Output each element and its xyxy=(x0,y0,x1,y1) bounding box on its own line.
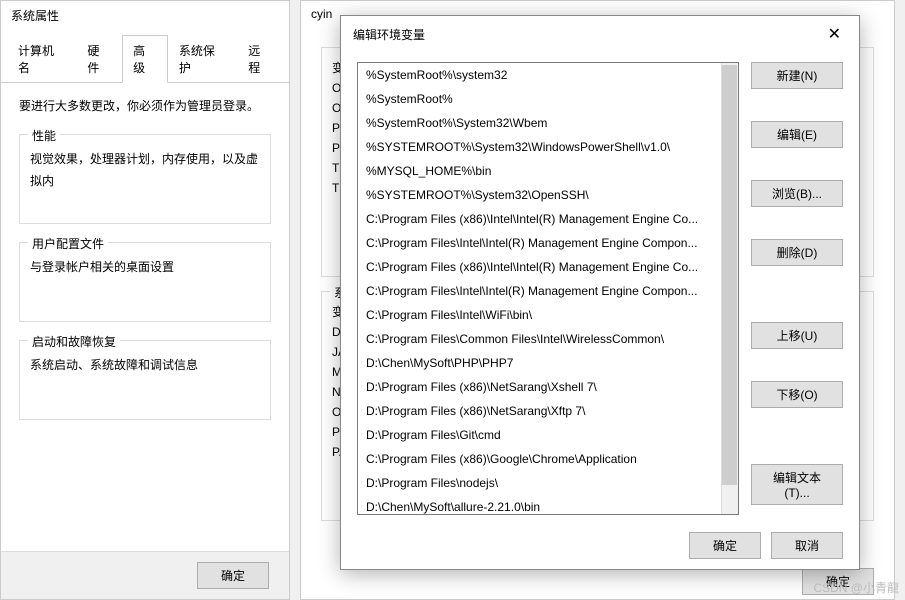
browse-button[interactable]: 浏览(B)... xyxy=(751,180,843,207)
tab-advanced[interactable]: 高级 xyxy=(122,35,168,83)
dialog-title: 系统属性 xyxy=(1,1,289,30)
button-column: 新建(N) 编辑(E) 浏览(B)... 删除(D) 上移(U) 下移(O) 编… xyxy=(751,62,843,515)
scrollbar-thumb[interactable] xyxy=(722,65,737,485)
ok-button[interactable]: 确定 xyxy=(689,532,761,559)
list-item[interactable]: D:\Chen\MySoft\allure-2.21.0\bin xyxy=(358,495,738,514)
edit-env-var-dialog: 编辑环境变量 ✕ %SystemRoot%\system32%SystemRoo… xyxy=(340,15,860,570)
dialog-footer: 确定 xyxy=(1,551,289,599)
list-item[interactable]: D:\Chen\MySoft\PHP\PHP7 xyxy=(358,351,738,375)
list-item[interactable]: C:\Program Files\Common Files\Intel\Wire… xyxy=(358,327,738,351)
startup-recovery-desc: 系统启动、系统故障和调试信息 xyxy=(30,355,260,377)
titlebar: 编辑环境变量 ✕ xyxy=(341,16,859,52)
user-profile-group: 用户配置文件 与登录帐户相关的桌面设置 xyxy=(19,242,271,322)
edit-button[interactable]: 编辑(E) xyxy=(751,121,843,148)
list-item[interactable]: D:\Program Files\nodejs\ xyxy=(358,471,738,495)
list-item[interactable]: D:\Program Files\Git\cmd xyxy=(358,423,738,447)
edit-text-button[interactable]: 编辑文本(T)... xyxy=(751,464,843,505)
list-item[interactable]: C:\Program Files\Intel\Intel(R) Manageme… xyxy=(358,231,738,255)
list-item[interactable]: D:\Program Files (x86)\NetSarang\Xshell … xyxy=(358,375,738,399)
performance-group: 性能 视觉效果，处理器计划，内存使用，以及虚拟内 xyxy=(19,134,271,224)
dialog-title: 编辑环境变量 xyxy=(353,26,425,43)
list-item[interactable]: D:\Program Files (x86)\NetSarang\Xftp 7\ xyxy=(358,399,738,423)
dialog-footer: 确定 取消 xyxy=(689,532,843,559)
path-list[interactable]: %SystemRoot%\system32%SystemRoot%%System… xyxy=(357,62,739,515)
startup-recovery-label: 启动和故障恢复 xyxy=(28,333,120,350)
user-profile-label: 用户配置文件 xyxy=(28,235,108,252)
tab-remote[interactable]: 远程 xyxy=(237,35,283,83)
move-down-button[interactable]: 下移(O) xyxy=(751,381,843,408)
tab-computer-name[interactable]: 计算机名 xyxy=(7,35,76,83)
list-item[interactable]: C:\Program Files (x86)\Intel\Intel(R) Ma… xyxy=(358,207,738,231)
list-item[interactable]: %SystemRoot%\System32\Wbem xyxy=(358,111,738,135)
admin-note: 要进行大多数更改，你必须作为管理员登录。 xyxy=(19,97,271,116)
new-button[interactable]: 新建(N) xyxy=(751,62,843,89)
move-up-button[interactable]: 上移(U) xyxy=(751,322,843,349)
watermark: CSDN @小青龍 xyxy=(813,579,899,596)
system-properties-dialog: 系统属性 计算机名 硬件 高级 系统保护 远程 要进行大多数更改，你必须作为管理… xyxy=(0,0,290,600)
cancel-button[interactable]: 取消 xyxy=(771,532,843,559)
delete-button[interactable]: 删除(D) xyxy=(751,239,843,266)
list-item[interactable]: %SystemRoot% xyxy=(358,87,738,111)
tab-system-protection[interactable]: 系统保护 xyxy=(168,35,237,83)
list-item[interactable]: C:\Program Files (x86)\Google\Chrome\App… xyxy=(358,447,738,471)
list-item[interactable]: C:\Program Files (x86)\Intel\Intel(R) Ma… xyxy=(358,255,738,279)
tab-hardware[interactable]: 硬件 xyxy=(76,35,122,83)
close-icon[interactable]: ✕ xyxy=(822,24,847,44)
user-profile-desc: 与登录帐户相关的桌面设置 xyxy=(30,257,260,279)
dialog-body: 要进行大多数更改，你必须作为管理员登录。 性能 视觉效果，处理器计划，内存使用，… xyxy=(1,83,289,452)
list-item[interactable]: %SystemRoot%\system32 xyxy=(358,63,738,87)
ok-button[interactable]: 确定 xyxy=(197,562,269,589)
performance-desc: 视觉效果，处理器计划，内存使用，以及虚拟内 xyxy=(30,149,260,192)
startup-recovery-group: 启动和故障恢复 系统启动、系统故障和调试信息 xyxy=(19,340,271,420)
list-item[interactable]: %SYSTEMROOT%\System32\WindowsPowerShell\… xyxy=(358,135,738,159)
list-item[interactable]: C:\Program Files\Intel\Intel(R) Manageme… xyxy=(358,279,738,303)
list-item[interactable]: C:\Program Files\Intel\WiFi\bin\ xyxy=(358,303,738,327)
tab-strip: 计算机名 硬件 高级 系统保护 远程 xyxy=(1,34,289,83)
list-item[interactable]: %MYSQL_HOME%\bin xyxy=(358,159,738,183)
performance-label: 性能 xyxy=(28,127,60,144)
scrollbar[interactable] xyxy=(721,63,738,514)
list-item[interactable]: %SYSTEMROOT%\System32\OpenSSH\ xyxy=(358,183,738,207)
